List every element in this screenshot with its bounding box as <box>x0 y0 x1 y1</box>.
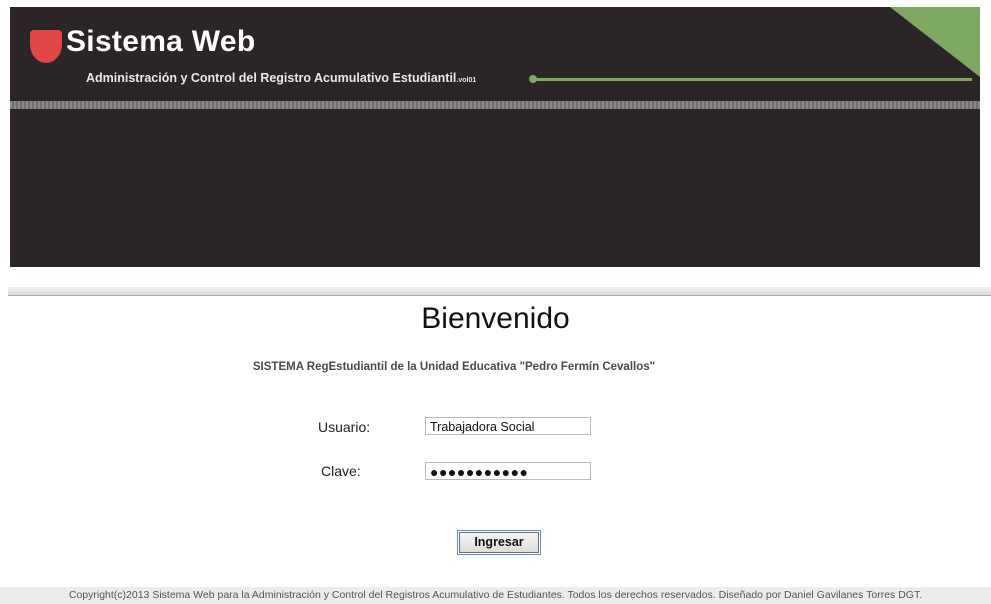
logo-icon <box>30 30 62 63</box>
green-line-decoration <box>534 78 972 81</box>
separator-line <box>8 295 991 296</box>
login-button[interactable]: Ingresar <box>459 532 539 553</box>
password-label: Clave: <box>321 463 361 479</box>
username-label: Usuario: <box>318 419 371 435</box>
app-subtitle: Administración y Control del Registro Ac… <box>86 71 476 85</box>
copyright-text: Copyright(c)2013 Sistema Web para la Adm… <box>68 589 923 601</box>
login-button-focus-ring: Ingresar <box>457 530 541 555</box>
app-version: .vol01 <box>456 77 477 84</box>
corner-decoration <box>890 7 980 77</box>
app-subtitle-text: Administración y Control del Registro Ac… <box>86 71 457 85</box>
header-stripe <box>10 101 980 109</box>
site-header: Sistema Web Administración y Control del… <box>10 7 980 267</box>
welcome-heading: Bienvenido <box>421 302 570 335</box>
separator-bar <box>8 287 991 295</box>
username-input[interactable]: Trabajadora Social <box>425 417 591 435</box>
app-title: Sistema Web <box>66 25 256 58</box>
footer: Copyright(c)2013 Sistema Web para la Adm… <box>0 587 991 604</box>
system-description: SISTEMA RegEstudiantil de la Unidad Educ… <box>252 361 656 373</box>
password-input[interactable]: ●●●●●●●●●●● <box>425 462 591 480</box>
